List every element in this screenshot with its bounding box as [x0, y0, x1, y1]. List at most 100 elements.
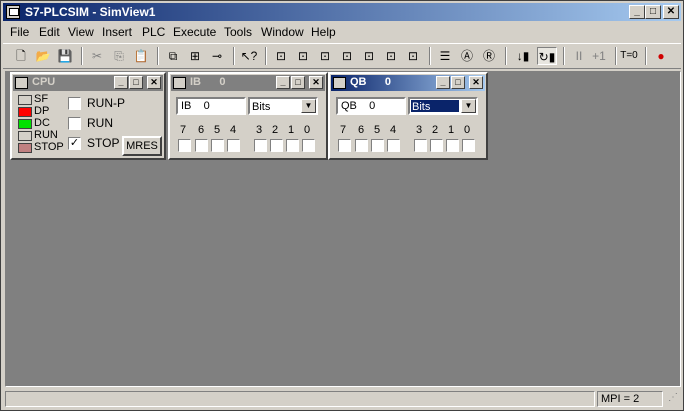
qb-bit-1-checkbox[interactable] — [446, 139, 459, 152]
tile-icon[interactable]: ⊞ — [185, 47, 205, 65]
qb-format-select[interactable]: Bits ▼ — [408, 97, 478, 115]
cascade-icon[interactable]: ⧉ — [163, 47, 183, 65]
ib-bit-4-checkbox[interactable] — [227, 139, 240, 152]
pin-icon[interactable]: ⊸ — [207, 47, 227, 65]
ib-bit-1-checkbox[interactable] — [286, 139, 299, 152]
insert-input-icon[interactable]: ⊡ — [271, 47, 291, 65]
mpi-status: MPI = 2 — [597, 391, 663, 407]
qb-bit-5-label: 5 — [374, 124, 381, 136]
title-bar[interactable]: S7-PLCSIM - SimView1 _ □ ✕ — [3, 3, 681, 21]
menu-execute[interactable]: Execute — [173, 25, 216, 39]
ib-close-button[interactable]: ✕ — [309, 76, 323, 89]
continuous-scan-icon[interactable]: ↻▮ — [537, 47, 557, 65]
toolbar-separator — [233, 47, 235, 65]
close-button[interactable]: ✕ — [663, 5, 679, 19]
qb-bit-4-checkbox[interactable] — [387, 139, 400, 152]
ib-format-value: Bits — [252, 101, 271, 113]
toolbar-separator — [157, 47, 159, 65]
menu-window[interactable]: Window — [261, 25, 304, 39]
open-icon[interactable]: 📂 — [33, 47, 53, 65]
menu-insert[interactable]: Insert — [102, 25, 132, 39]
ib-address-input[interactable]: IB 0 — [176, 97, 246, 115]
paste-icon[interactable]: 📋 — [131, 47, 151, 65]
next-scan-button[interactable]: +1 — [589, 47, 609, 65]
run-checkbox[interactable] — [68, 117, 81, 130]
led-dc — [18, 119, 32, 129]
toolbar-separator — [505, 47, 507, 65]
ib-maximize-button[interactable]: □ — [291, 76, 305, 89]
qb-bit-1-label: 1 — [448, 124, 455, 136]
qb-bit-0-label: 0 — [464, 124, 471, 136]
ib-bit-2-checkbox[interactable] — [270, 139, 283, 152]
led-dc-label: DC — [34, 117, 50, 129]
qb-window-titlebar[interactable]: QB 0 _ □ ✕ — [331, 75, 485, 91]
menu-plc[interactable]: PLC — [142, 25, 165, 39]
led-run — [18, 131, 32, 141]
copy-icon[interactable]: ⎘ — [109, 47, 129, 65]
insert-register-icon[interactable]: Ⓡ — [479, 47, 499, 65]
ib-window[interactable]: IB 0 _ □ ✕ IB 0 Bits ▼ 7 6 5 4 3 2 1 0 — [168, 72, 328, 160]
ib-bit-0-checkbox[interactable] — [302, 139, 315, 152]
qb-address-input[interactable]: QB 0 — [336, 97, 406, 115]
ib-bit-7-label: 7 — [180, 124, 187, 136]
qb-maximize-button[interactable]: □ — [451, 76, 465, 89]
cpu-minimize-button[interactable]: _ — [114, 76, 128, 89]
qb-bit-2-checkbox[interactable] — [430, 139, 443, 152]
led-sf-label: SF — [34, 93, 49, 105]
insert-vertical-icon[interactable]: ⊡ — [403, 47, 423, 65]
insert-bitmemory-icon[interactable]: ⊡ — [315, 47, 335, 65]
clear-timers-button[interactable]: T=0 — [619, 47, 639, 65]
ib-bit-3-checkbox[interactable] — [254, 139, 267, 152]
insert-output-icon[interactable]: ⊡ — [293, 47, 313, 65]
menu-help[interactable]: Help — [311, 25, 336, 39]
maximize-button[interactable]: □ — [645, 5, 661, 19]
qb-bit-7-checkbox[interactable] — [338, 139, 351, 152]
menu-edit[interactable]: Edit — [39, 25, 60, 39]
pause-icon[interactable]: II — [569, 47, 589, 65]
breakpoint-icon[interactable]: ● — [651, 47, 671, 65]
run-p-checkbox[interactable] — [68, 97, 81, 110]
qb-window-title: QB 0 — [350, 76, 391, 88]
qb-bit-6-checkbox[interactable] — [355, 139, 368, 152]
ib-bit-6-checkbox[interactable] — [195, 139, 208, 152]
stop-checkbox[interactable]: ✓ — [68, 137, 81, 150]
resize-grip-icon[interactable]: ⋰ — [665, 391, 679, 407]
cut-icon[interactable]: ✂ — [87, 47, 107, 65]
cpu-maximize-button[interactable]: □ — [129, 76, 143, 89]
insert-accu-icon[interactable]: Ⓐ — [457, 47, 477, 65]
cpu-close-button[interactable]: ✕ — [147, 76, 161, 89]
single-scan-icon[interactable]: ↓▮ — [513, 47, 533, 65]
ib-format-select[interactable]: Bits ▼ — [248, 97, 318, 115]
menu-view[interactable]: View — [68, 25, 94, 39]
ib-bit-5-checkbox[interactable] — [211, 139, 224, 152]
ib-minimize-button[interactable]: _ — [276, 76, 290, 89]
qb-bit-5-checkbox[interactable] — [371, 139, 384, 152]
cpu-window-titlebar[interactable]: CPU _ □ ✕ — [13, 75, 163, 91]
ib-window-titlebar[interactable]: IB 0 _ □ ✕ — [171, 75, 325, 91]
help-pointer-icon[interactable]: ↖? — [239, 47, 259, 65]
qb-window[interactable]: QB 0 _ □ ✕ QB 0 Bits ▼ 7 6 5 4 3 2 1 0 — [328, 72, 488, 160]
insert-generic-icon[interactable]: ⊡ — [381, 47, 401, 65]
qb-minimize-button[interactable]: _ — [436, 76, 450, 89]
insert-timer-icon[interactable]: ⊡ — [337, 47, 357, 65]
ib-bit-7-checkbox[interactable] — [178, 139, 191, 152]
insert-stack-icon[interactable]: ☰ — [435, 47, 455, 65]
cpu-window[interactable]: CPU _ □ ✕ SF DP DC RUN STOP RUN-P RUN ✓ … — [10, 72, 166, 160]
save-icon[interactable]: 💾 — [55, 47, 75, 65]
insert-counter-icon[interactable]: ⊡ — [359, 47, 379, 65]
led-sf — [18, 95, 32, 105]
qb-bit-0-checkbox[interactable] — [462, 139, 475, 152]
new-icon[interactable]: 🗋 — [11, 47, 31, 65]
qb-chevron-down-icon[interactable]: ▼ — [461, 99, 476, 113]
menu-tools[interactable]: Tools — [224, 25, 252, 39]
minimize-button[interactable]: _ — [629, 5, 645, 19]
mres-button[interactable]: MRES — [122, 136, 162, 156]
menu-file[interactable]: File — [10, 25, 29, 39]
app-icon[interactable] — [6, 5, 20, 19]
ib-chevron-down-icon[interactable]: ▼ — [301, 99, 316, 113]
toolbar-separator — [265, 47, 267, 65]
led-dp-label: DP — [34, 105, 50, 117]
qb-bit-3-checkbox[interactable] — [414, 139, 427, 152]
qb-close-button[interactable]: ✕ — [469, 76, 483, 89]
toolbar-separator — [615, 47, 617, 65]
